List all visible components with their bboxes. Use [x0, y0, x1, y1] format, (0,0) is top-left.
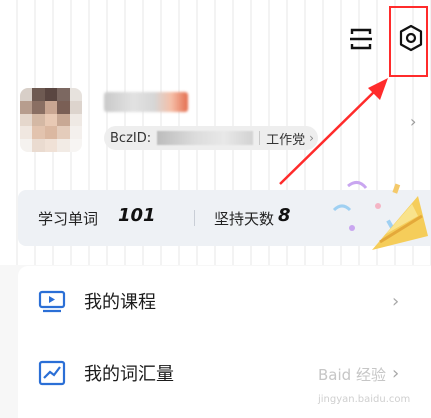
stats-divider [194, 210, 195, 226]
username-masked [104, 92, 188, 112]
watermark-sub: jingyan.baidu.com [318, 394, 411, 405]
id-divider [259, 131, 261, 145]
chevron-right-icon: › [309, 131, 314, 145]
days-value: 8 [278, 205, 291, 226]
days-label: 坚持天数 [214, 210, 275, 228]
id-value-masked [157, 131, 254, 145]
profile-chevron-right-icon[interactable]: › [410, 112, 416, 131]
avatar[interactable] [20, 88, 82, 152]
words-value: 101 [118, 205, 156, 226]
watermark-text: Baid 经验 [318, 366, 386, 384]
id-label: BczID: [110, 130, 152, 146]
words-label: 学习单词 [38, 210, 99, 228]
party-popper-icon [332, 181, 428, 250]
menu-label-my-vocabulary: 我的词汇量 [84, 364, 174, 385]
menu-label-my-courses: 我的课程 [84, 292, 156, 313]
video-course-icon [38, 290, 66, 313]
bcz-id-pill[interactable]: BczID: 工作党 › [104, 126, 318, 150]
party-label: 工作党 [266, 132, 306, 148]
chevron-right-icon: › [392, 362, 400, 384]
trend-chart-icon [38, 360, 66, 386]
menu-item-my-courses[interactable]: 我的课程 › [18, 266, 431, 336]
chevron-right-icon: › [392, 290, 400, 312]
